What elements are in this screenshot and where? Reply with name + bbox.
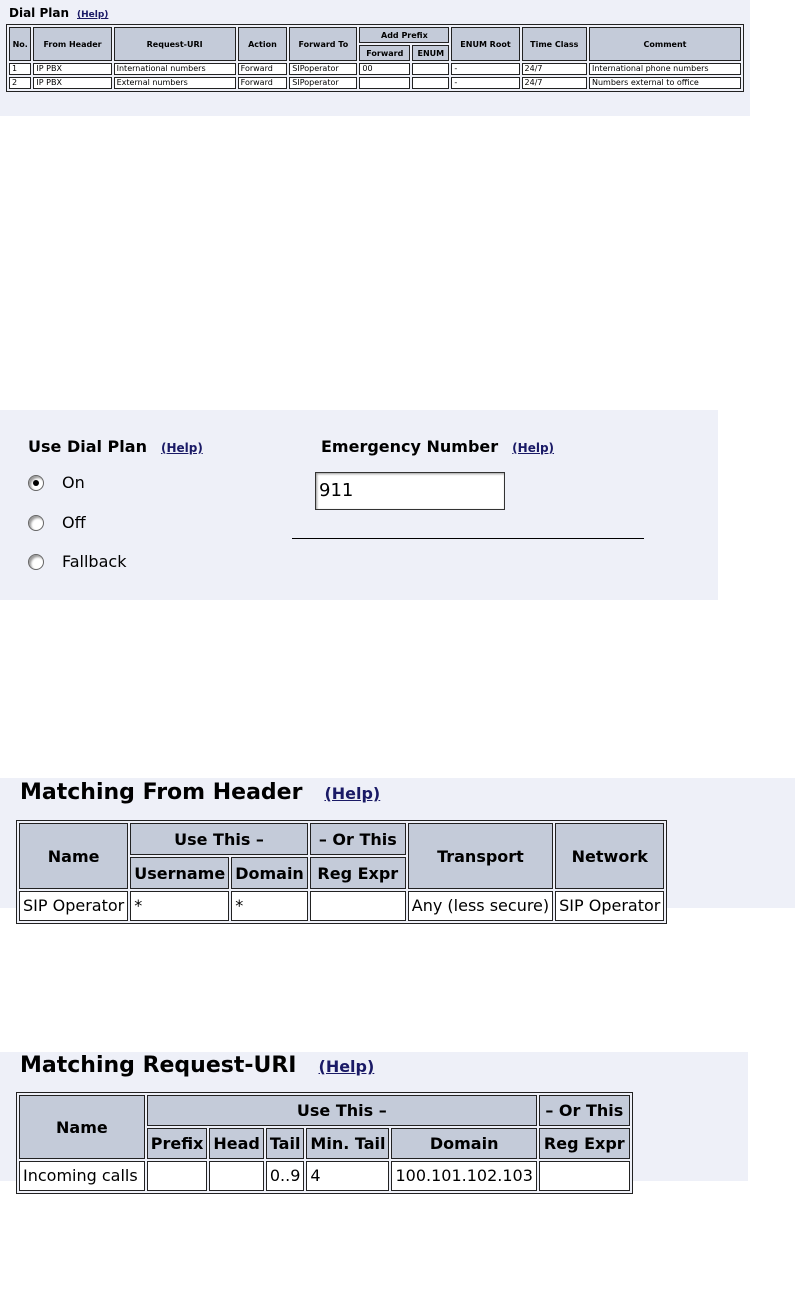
emergency-number-input[interactable]: 911: [315, 472, 505, 510]
col-comment: Comment: [589, 27, 741, 61]
matching-from-header-table: Name Use This – – Or This Transport Netw…: [16, 820, 668, 924]
use-dial-plan-title-text: Use Dial Plan: [28, 437, 147, 456]
no-field[interactable]: 2: [9, 77, 32, 89]
col-or-this: – Or This: [538, 1095, 630, 1126]
time-class-field[interactable]: 24/7: [521, 77, 587, 89]
radio-option-off[interactable]: Off: [28, 513, 86, 532]
matching-request-uri-title: Matching Request-URI (Help): [20, 1053, 374, 1078]
forward-to-field[interactable]: SIPoperator: [289, 77, 358, 89]
radio-option-fallback[interactable]: Fallback: [28, 552, 126, 571]
radio-label: Fallback: [62, 552, 127, 571]
divider: [292, 538, 644, 539]
col-min-tail: Min. Tail: [306, 1128, 390, 1159]
col-use-this: Use This –: [146, 1095, 537, 1126]
col-domain: Domain: [231, 857, 308, 889]
username-field[interactable]: *: [130, 891, 230, 921]
reg-expr-field[interactable]: [309, 891, 406, 921]
radio-button-icon[interactable]: [28, 514, 44, 531]
radio-option-on[interactable]: On: [28, 473, 85, 492]
table-row: Incoming calls 0..9 4 100.101.102.103: [19, 1161, 630, 1191]
prefix-enum-field[interactable]: [412, 77, 450, 89]
forward-to-field[interactable]: SIPoperator: [289, 63, 358, 75]
col-domain: Domain: [391, 1128, 537, 1159]
col-from-header: From Header: [33, 27, 112, 61]
domain-field[interactable]: *: [231, 891, 308, 921]
col-reg-expr: Reg Expr: [309, 857, 406, 889]
request-uri-field[interactable]: International numbers: [113, 63, 236, 75]
prefix-field[interactable]: [146, 1161, 208, 1191]
matching-from-header-help-link[interactable]: (Help): [324, 784, 380, 803]
radio-button-icon[interactable]: [28, 553, 44, 570]
dial-plan-title: Dial Plan (Help): [9, 6, 108, 20]
table-row: 2 IP PBX External numbers Forward SIPope…: [9, 77, 741, 89]
col-head: Head: [209, 1128, 264, 1159]
matching-request-uri-title-text: Matching Request-URI: [20, 1053, 297, 1078]
emergency-help-link[interactable]: (Help): [512, 441, 554, 455]
dial-plan-title-text: Dial Plan: [9, 6, 70, 20]
min-tail-field[interactable]: 4: [306, 1161, 390, 1191]
col-add-prefix: Add Prefix: [359, 27, 450, 43]
col-prefix: Prefix: [146, 1128, 208, 1159]
col-forward-to: Forward To: [289, 27, 358, 61]
col-name: Name: [19, 1095, 145, 1159]
request-uri-field[interactable]: External numbers: [113, 77, 236, 89]
matching-request-uri-help-link[interactable]: (Help): [319, 1057, 375, 1076]
prefix-enum-field[interactable]: [412, 63, 450, 75]
radio-label: Off: [62, 513, 86, 532]
time-class-field[interactable]: 24/7: [521, 63, 587, 75]
col-prefix-enum: ENUM: [412, 45, 450, 61]
col-transport: Transport: [407, 823, 554, 889]
action-field[interactable]: Forward: [237, 77, 288, 89]
col-tail: Tail: [265, 1128, 305, 1159]
name-field[interactable]: Incoming calls: [19, 1161, 145, 1191]
col-use-this: Use This –: [130, 823, 308, 855]
col-username: Username: [130, 857, 230, 889]
head-field[interactable]: [209, 1161, 264, 1191]
comment-field[interactable]: International phone numbers: [589, 63, 741, 75]
domain-field[interactable]: 100.101.102.103: [391, 1161, 537, 1191]
comment-field[interactable]: Numbers external to office: [589, 77, 741, 89]
emergency-number-title: Emergency Number (Help): [321, 437, 554, 456]
reg-expr-field[interactable]: [538, 1161, 630, 1191]
radio-label: On: [62, 473, 85, 492]
matching-request-uri-table: Name Use This – – Or This Prefix Head Ta…: [16, 1092, 633, 1194]
from-header-field[interactable]: IP PBX: [33, 77, 112, 89]
table-row: SIP Operator * * Any (less secure) SIP O…: [19, 891, 665, 921]
name-field[interactable]: SIP Operator: [19, 891, 129, 921]
dial-plan-help-link[interactable]: (Help): [77, 10, 108, 20]
network-select[interactable]: SIP Operator: [555, 891, 665, 921]
table-row: 1 IP PBX International numbers Forward S…: [9, 63, 741, 75]
prefix-forward-field[interactable]: [359, 77, 411, 89]
transport-select[interactable]: Any (less secure): [407, 891, 554, 921]
col-prefix-forward: Forward: [359, 45, 411, 61]
use-dial-plan-title: Use Dial Plan (Help): [28, 437, 203, 456]
matching-from-header-title: Matching From Header (Help): [20, 780, 380, 805]
col-time-class: Time Class: [521, 27, 587, 61]
emergency-number-title-text: Emergency Number: [321, 437, 499, 456]
col-no: No.: [9, 27, 32, 61]
col-request-uri: Request-URI: [113, 27, 236, 61]
col-reg-expr: Reg Expr: [538, 1128, 630, 1159]
use-dial-plan-help-link[interactable]: (Help): [161, 441, 203, 455]
col-or-this: – Or This: [309, 823, 406, 855]
from-header-field[interactable]: IP PBX: [33, 63, 112, 75]
radio-button-checked-icon[interactable]: [28, 474, 44, 491]
dial-plan-table: No. From Header Request-URI Action Forwa…: [6, 24, 744, 92]
col-network: Network: [555, 823, 665, 889]
prefix-forward-field[interactable]: 00: [359, 63, 411, 75]
enum-root-field[interactable]: -: [451, 77, 520, 89]
col-name: Name: [19, 823, 129, 889]
col-action: Action: [237, 27, 288, 61]
action-field[interactable]: Forward: [237, 63, 288, 75]
tail-field[interactable]: 0..9: [265, 1161, 305, 1191]
enum-root-field[interactable]: -: [451, 63, 520, 75]
no-field[interactable]: 1: [9, 63, 32, 75]
col-enum-root: ENUM Root: [451, 27, 520, 61]
matching-from-header-title-text: Matching From Header: [20, 780, 303, 805]
